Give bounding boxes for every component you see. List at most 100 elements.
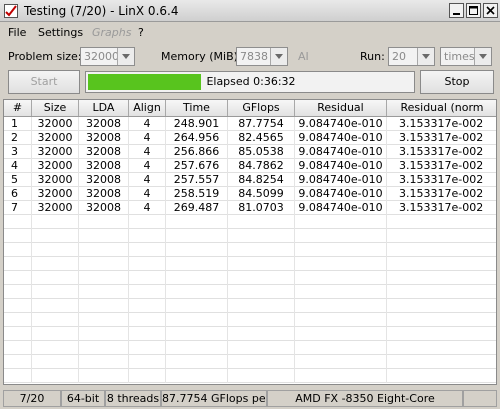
cell-col-index: 3 <box>4 145 32 159</box>
chevron-down-icon[interactable] <box>474 48 491 65</box>
cell-col-time <box>166 299 228 313</box>
table-row[interactable] <box>4 341 496 355</box>
cell-col-gflops: 81.0703 <box>228 201 295 215</box>
cell-col-residual <box>295 341 387 355</box>
title-bar[interactable]: Testing (7/20) - LinX 0.6.4 <box>0 0 500 22</box>
minimize-icon[interactable] <box>449 3 464 18</box>
cell-col-residual-norm <box>387 369 496 383</box>
table-row[interactable] <box>4 327 496 341</box>
cell-col-size <box>32 299 79 313</box>
menu-help[interactable]: ? <box>138 26 144 39</box>
header-col-time[interactable]: Time <box>166 100 228 116</box>
cell-col-time <box>166 215 228 229</box>
stop-button[interactable]: Stop <box>420 70 494 94</box>
cell-col-size: 32000 <box>32 117 79 131</box>
cell-col-gflops <box>228 313 295 327</box>
table-row[interactable] <box>4 229 496 243</box>
cell-col-index <box>4 243 32 257</box>
results-table[interactable]: # Size LDA Align Time GFlops Residual Residual … <box>3 99 497 385</box>
chevron-down-icon[interactable] <box>117 48 134 65</box>
header-col-lda[interactable]: LDA <box>79 100 129 116</box>
cell-col-align: 4 <box>129 201 166 215</box>
cell-col-lda: 32008 <box>79 117 129 131</box>
cell-col-lda: 32008 <box>79 173 129 187</box>
ai-label[interactable]: AI <box>298 50 309 63</box>
cell-col-index: 4 <box>4 159 32 173</box>
table-row[interactable] <box>4 271 496 285</box>
cell-col-residual-norm: 3.153317e-002 <box>387 131 496 145</box>
table-row[interactable]: 5 32000 32008 4 257.557 84.8254 9.084740e-010 3… <box>4 173 496 187</box>
table-row[interactable] <box>4 355 496 369</box>
cell-col-size <box>32 327 79 341</box>
cell-col-size: 32000 <box>32 201 79 215</box>
table-row[interactable] <box>4 313 496 327</box>
cell-col-lda <box>79 215 129 229</box>
cell-col-align <box>129 341 166 355</box>
table-header: # Size LDA Align Time GFlops Residual Residual … <box>4 100 496 117</box>
header-col-align[interactable]: Align <box>129 100 166 116</box>
header-col-residual-norm[interactable]: Residual (norm <box>387 100 496 116</box>
problem-size-combo[interactable]: 32000 <box>80 47 135 66</box>
cell-col-size <box>32 313 79 327</box>
cell-col-size <box>32 257 79 271</box>
header-col-index[interactable]: # <box>4 100 32 116</box>
cell-col-gflops <box>228 271 295 285</box>
chevron-down-icon[interactable] <box>270 48 287 65</box>
header-col-residual[interactable]: Residual <box>295 100 387 116</box>
cell-col-align <box>129 285 166 299</box>
table-row[interactable] <box>4 369 496 383</box>
menu-settings[interactable]: Settings <box>38 26 83 39</box>
cell-col-index <box>4 285 32 299</box>
close-icon[interactable] <box>483 3 498 18</box>
cell-col-residual-norm: 3.153317e-002 <box>387 173 496 187</box>
table-row[interactable] <box>4 299 496 313</box>
header-col-size[interactable]: Size <box>32 100 79 116</box>
cell-col-size <box>32 369 79 383</box>
table-row[interactable]: 3 32000 32008 4 256.866 85.0538 9.084740e-010 3… <box>4 145 496 159</box>
cell-col-time <box>166 285 228 299</box>
table-row[interactable]: 2 32000 32008 4 264.956 82.4565 9.084740e-010 3… <box>4 131 496 145</box>
cell-col-index <box>4 229 32 243</box>
table-row[interactable]: 6 32000 32008 4 258.519 84.5099 9.084740e-010 3… <box>4 187 496 201</box>
cell-col-size <box>32 215 79 229</box>
cell-col-time <box>166 355 228 369</box>
status-extra <box>463 390 497 407</box>
table-row[interactable]: 4 32000 32008 4 257.676 84.7862 9.084740e-010 3… <box>4 159 496 173</box>
window-title: Testing (7/20) - LinX 0.6.4 <box>24 4 179 18</box>
header-col-gflops[interactable]: GFlops <box>228 100 295 116</box>
start-button[interactable]: Start <box>8 70 80 94</box>
table-row[interactable] <box>4 257 496 271</box>
memory-combo[interactable]: 7838 <box>236 47 288 66</box>
cell-col-residual <box>295 215 387 229</box>
cell-col-size: 32000 <box>32 187 79 201</box>
table-row[interactable]: 1 32000 32008 4 248.901 87.7754 9.084740e-010 3… <box>4 117 496 131</box>
maximize-icon[interactable] <box>466 3 481 18</box>
cell-col-lda: 32008 <box>79 131 129 145</box>
menu-bar: File Settings Graphs ? <box>0 24 500 42</box>
menu-graphs[interactable]: Graphs <box>92 26 131 39</box>
cell-col-gflops: 87.7754 <box>228 117 295 131</box>
run-unit-combo[interactable]: times <box>440 47 492 66</box>
cell-col-time: 256.866 <box>166 145 228 159</box>
run-count-combo[interactable]: 20 <box>388 47 435 66</box>
cell-col-time: 269.487 <box>166 201 228 215</box>
cell-col-time: 264.956 <box>166 131 228 145</box>
cell-col-residual-norm <box>387 341 496 355</box>
table-row[interactable] <box>4 243 496 257</box>
table-row[interactable] <box>4 285 496 299</box>
cell-col-index: 2 <box>4 131 32 145</box>
cell-col-size: 32000 <box>32 159 79 173</box>
table-row[interactable]: 7 32000 32008 4 269.487 81.0703 9.084740e-010 3… <box>4 201 496 215</box>
cell-col-index <box>4 341 32 355</box>
cell-col-size: 32000 <box>32 145 79 159</box>
menu-file[interactable]: File <box>8 26 26 39</box>
table-row[interactable] <box>4 215 496 229</box>
cell-col-gflops <box>228 341 295 355</box>
cell-col-gflops: 84.8254 <box>228 173 295 187</box>
chevron-down-icon[interactable] <box>417 48 434 65</box>
cell-col-align <box>129 271 166 285</box>
cell-col-align <box>129 369 166 383</box>
cell-col-gflops: 84.5099 <box>228 187 295 201</box>
cell-col-gflops: 84.7862 <box>228 159 295 173</box>
cell-col-size <box>32 355 79 369</box>
